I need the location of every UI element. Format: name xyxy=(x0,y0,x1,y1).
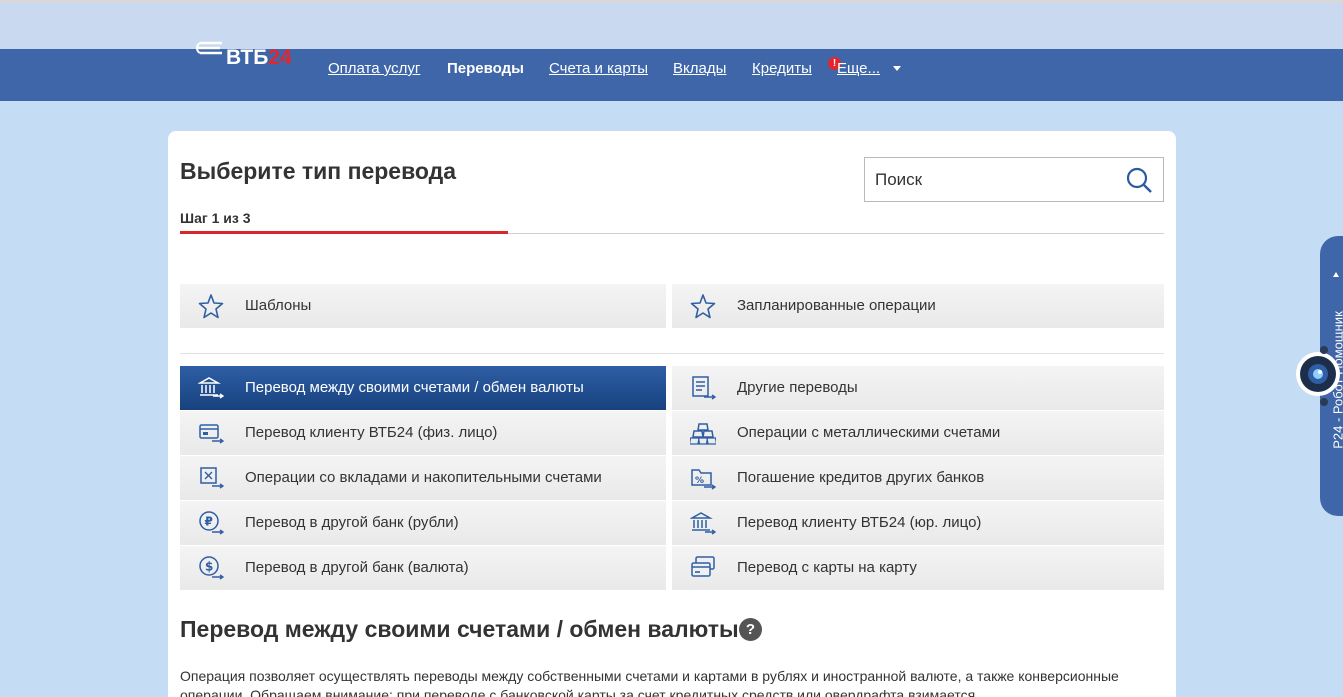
scheduled-operations-tile[interactable]: Запланированные операции xyxy=(672,284,1164,328)
nav-payments[interactable]: Оплата услуг xyxy=(328,60,420,77)
other-bank-rubles-tile[interactable]: ₽ Перевод в другой банк (рубли) xyxy=(180,501,666,545)
tile-label: Перевод клиенту ВТБ24 (физ. лицо) xyxy=(245,424,498,441)
other-bank-loans-tile[interactable]: % Погашение кредитов других банков xyxy=(672,456,1164,500)
tile-label: Перевод в другой банк (валюта) xyxy=(245,559,469,576)
vtb-individual-transfer-tile[interactable]: Перевод клиенту ВТБ24 (физ. лицо) xyxy=(180,411,666,455)
tile-label: Перевод с карты на карту xyxy=(737,559,917,576)
tile-label: Другие переводы xyxy=(737,379,858,396)
card-to-card-tile[interactable]: Перевод с карты на карту xyxy=(672,546,1164,590)
section-title: Перевод между своими счетами / обмен вал… xyxy=(180,616,739,642)
nav-credits[interactable]: Кредиты xyxy=(752,60,812,77)
card-to-card-icon xyxy=(691,556,715,577)
chevron-up-icon[interactable] xyxy=(1333,272,1339,277)
own-accounts-exchange-tile[interactable]: Перевод между своими счетами / обмен вал… xyxy=(180,366,666,410)
tile-label: Перевод клиенту ВТБ24 (юр. лицо) xyxy=(737,514,982,531)
other-bank-currency-tile[interactable]: $ Перевод в другой банк (валюта) xyxy=(180,546,666,590)
tile-label: Погашение кредитов других банков xyxy=(737,469,985,486)
chevron-down-icon[interactable] xyxy=(893,66,901,71)
svg-text:₽: ₽ xyxy=(205,515,213,529)
svg-text:%: % xyxy=(695,476,704,486)
svg-text:$: $ xyxy=(205,560,213,574)
divider xyxy=(180,353,1164,354)
tile-label: Операции со вкладами и накопительными сч… xyxy=(245,469,602,486)
gold-bars-icon xyxy=(690,423,716,445)
vtb24-logo[interactable]: ВТБ24 xyxy=(196,40,306,74)
deposits-savings-tile[interactable]: Операции со вкладами и накопительными сч… xyxy=(180,456,666,500)
logo-text: ВТБ24 xyxy=(226,46,292,69)
description-text: Операция позволяет осуществлять переводы… xyxy=(180,668,1119,697)
bank-building-icon xyxy=(690,512,716,535)
search-input[interactable] xyxy=(865,158,1120,201)
deposit-icon xyxy=(200,467,224,489)
nav-deposits[interactable]: Вклады xyxy=(673,60,726,77)
tile-label: Шаблоны xyxy=(245,297,312,314)
other-transfers-tile[interactable]: Другие переводы xyxy=(672,366,1164,410)
templates-tile[interactable]: Шаблоны xyxy=(180,284,666,328)
page-title: Выберите тип перевода xyxy=(180,158,457,184)
help-icon[interactable]: ? xyxy=(739,618,762,641)
ruble-coin-icon: ₽ xyxy=(199,511,224,535)
bank-transfer-icon xyxy=(198,377,224,399)
step-indicator: Шаг 1 из 3 xyxy=(180,210,251,226)
search-icon[interactable] xyxy=(1125,166,1153,194)
tile-label: Перевод в другой банк (рубли) xyxy=(245,514,459,531)
metal-accounts-tile[interactable]: Операции с металлическими счетами xyxy=(672,411,1164,455)
card-transfer-icon xyxy=(199,424,224,444)
search-box xyxy=(864,157,1164,202)
star-icon xyxy=(198,294,224,319)
tile-label: Перевод между своими счетами / обмен вал… xyxy=(245,379,584,396)
dollar-coin-icon: $ xyxy=(199,556,224,580)
step-progress-bar xyxy=(180,231,508,234)
nav-transfers[interactable]: Переводы xyxy=(447,60,524,77)
vtb-legal-entity-transfer-tile[interactable]: Перевод клиенту ВТБ24 (юр. лицо) xyxy=(672,501,1164,545)
nav-accounts-cards[interactable]: Счета и карты xyxy=(549,60,648,77)
tile-label: Запланированные операции xyxy=(737,297,936,314)
document-list-icon xyxy=(692,376,716,400)
logo-mark-icon xyxy=(196,41,222,55)
percent-folder-icon: % xyxy=(691,469,716,490)
tile-label: Операции с металлическими счетами xyxy=(737,424,1001,441)
star-icon xyxy=(690,294,716,319)
robot-avatar-icon[interactable] xyxy=(1294,346,1342,406)
